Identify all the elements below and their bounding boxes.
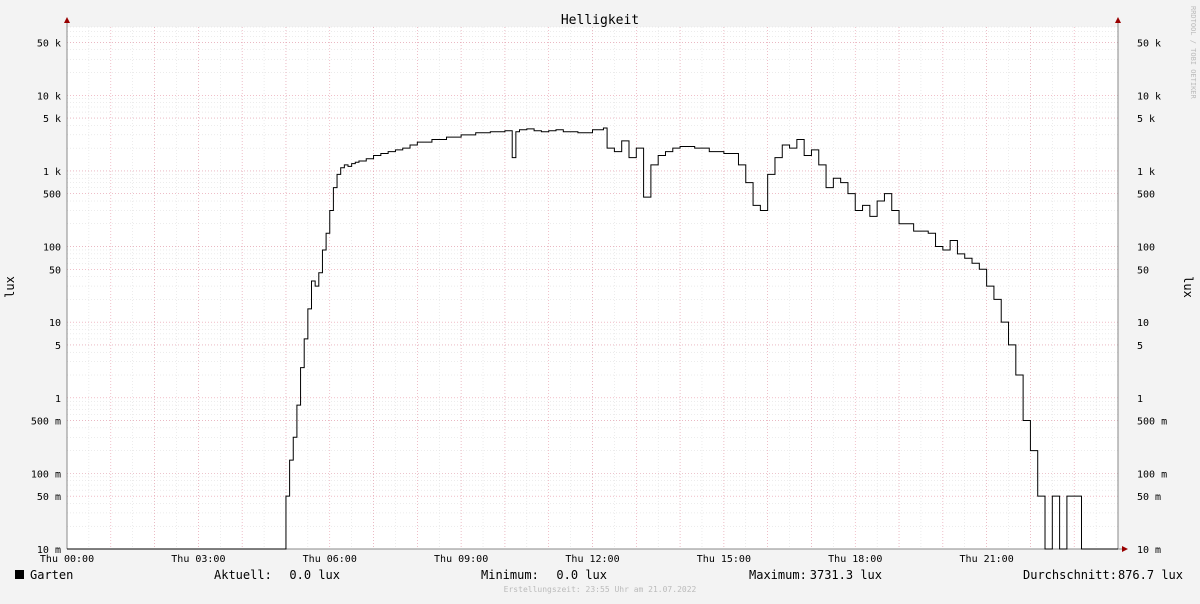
- y-tick-label: 5: [1137, 341, 1143, 352]
- y-tick-label: 500: [1137, 190, 1155, 201]
- y-tick-label: 500 m: [1137, 417, 1167, 428]
- x-tick-label: Thu 18:00: [828, 554, 882, 565]
- y-tick-label: 500 m: [31, 417, 61, 428]
- y-tick-label: 50 m: [1137, 492, 1161, 503]
- rrdtool-credit: RRDTOOL / TOBI OETIKER: [1189, 6, 1197, 100]
- x-tick-label: Thu 00:00: [40, 554, 94, 565]
- y-tick-label: 10 m: [1137, 545, 1161, 556]
- x-tick-label: Thu 03:00: [171, 554, 225, 565]
- footer-timestamp: Erstellungszeit: 23:55 Uhr am 21.07.2022: [504, 585, 697, 594]
- x-tick-labels: Thu 00:00 Thu 03:00 Thu 06:00 Thu 09:00 Thu …: [40, 554, 1014, 565]
- y-tick-label: 50 k: [37, 38, 61, 49]
- y-tick-label: 10: [1137, 318, 1149, 329]
- chart-stage: 10 m 50 m 100 m 500 m 1 5 10 50 100 500 1 k 5 k 10 k…: [0, 0, 1200, 600]
- legend-avg-value: 876.7 lux: [1118, 568, 1183, 582]
- y-tick-label: 10 k: [1137, 91, 1161, 102]
- x-tick-label: Thu 12:00: [565, 554, 619, 565]
- y-tick-label: 100: [1137, 243, 1155, 254]
- legend-current-label: Aktuell:: [214, 568, 272, 582]
- legend-min-value: 0.0 lux: [556, 568, 607, 582]
- y-tick-label: 1 k: [43, 167, 61, 178]
- legend-min-label: Minimum:: [481, 568, 539, 582]
- y-tick-label: 10 k: [37, 91, 61, 102]
- y-tick-labels-right: 10 m 50 m 100 m 500 m 1 5 10 50 100 500 1 k 5 k 10 k…: [1137, 38, 1167, 556]
- legend: Garten Aktuell: 0.0 lux Minimum: 0.0 lux…: [15, 568, 1183, 582]
- legend-max-value: 3731.3 lux: [810, 568, 882, 582]
- y-tick-labels-left: 10 m50 m100 m500 m1510501005001 k5 k10 k…: [31, 38, 61, 556]
- x-tick-label: Thu 15:00: [697, 554, 751, 565]
- legend-max-label: Maximum:: [749, 568, 807, 582]
- y-tick-label: 50 k: [1137, 38, 1161, 49]
- y-tick-label: 50: [1137, 265, 1149, 276]
- y-tick-label: 100: [43, 243, 61, 254]
- x-tick-label: Thu 09:00: [434, 554, 488, 565]
- y-tick-label: 5 k: [1137, 114, 1155, 125]
- x-tick-label: Thu 06:00: [303, 554, 357, 565]
- y-tick-label: 100 m: [1137, 469, 1167, 480]
- y-tick-label: 5 k: [43, 114, 61, 125]
- y-tick-label: 50: [49, 265, 61, 276]
- y-tick-label: 1: [1137, 394, 1143, 405]
- legend-swatch: [15, 570, 24, 579]
- y-tick-label: 10: [49, 318, 61, 329]
- y-axis-label-right: lux: [1181, 276, 1195, 298]
- y-tick-label: 1 k: [1137, 167, 1155, 178]
- legend-series-name: Garten: [30, 568, 73, 582]
- y-tick-label: 100 m: [31, 469, 61, 480]
- legend-current-value: 0.0 lux: [289, 568, 340, 582]
- y-tick-label: 5: [55, 341, 61, 352]
- chart-title: Helligkeit: [561, 13, 639, 28]
- x-axis-arrow: [1122, 546, 1128, 552]
- y-axis-arrow-left: [64, 17, 70, 23]
- y-tick-label: 1: [55, 394, 61, 405]
- brightness-chart: 10 m 50 m 100 m 500 m 1 5 10 50 100 500 1 k 5 k 10 k…: [0, 0, 1200, 600]
- x-tick-label: Thu 21:00: [960, 554, 1014, 565]
- y-tick-label: 50 m: [37, 492, 61, 503]
- legend-avg-label: Durchschnitt:: [1023, 568, 1117, 582]
- y-axis-arrow-right: [1115, 17, 1121, 23]
- y-axis-label-left: lux: [3, 276, 17, 298]
- y-tick-label: 500: [43, 190, 61, 201]
